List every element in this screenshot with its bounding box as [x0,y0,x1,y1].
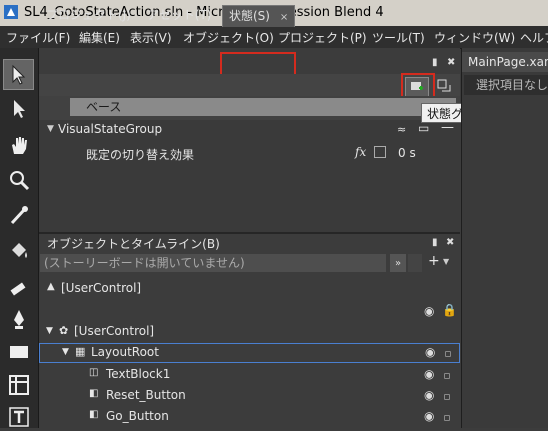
grid-icon: ▦ [75,345,86,358]
tree-item-label: [UserControl] [74,324,155,338]
zoom-tool-button[interactable] [4,165,33,194]
menu-file[interactable]: ファイル(F) [6,29,70,46]
brush-icon [10,282,25,295]
tree-item-label: TextBlock1 [106,367,171,381]
paint-bucket-tool-button[interactable] [4,236,33,265]
toolbox [0,48,39,428]
paint-bucket-icon [11,242,27,258]
menu-project[interactable]: プロジェクト(P) [278,29,367,46]
menu-window[interactable]: ウィンドウ(W) [434,29,515,46]
add-storyboard-button[interactable]: + [428,253,440,269]
add-state-button[interactable] [434,77,454,95]
tree-row-textblock1[interactable]: ◫ TextBlock1 ◉ [39,365,460,385]
close-icon[interactable]: ✖ [446,237,454,248]
pen-icon [13,309,24,329]
tree-item-label: LayoutRoot [91,345,159,359]
lock-toggle[interactable] [444,394,450,400]
menu-bar: ファイル(F) 編集(E) 表示(V) オブジェクト(O) プロジェクト(P) … [0,26,548,49]
tab-states[interactable]: 状態(S) × [222,5,296,27]
button-icon: ◧ [89,409,99,420]
tree-item-label: Reset_Button [106,388,186,402]
tab-mainpage-xaml[interactable]: MainPage.xaml [462,52,548,72]
tree-row-layoutroot[interactable]: ▼ ▦ LayoutRoot ◉ [39,343,460,363]
eye-icon[interactable]: ◉ [424,367,434,381]
tab-assets[interactable]: アセット(T) [147,5,211,26]
lock-toggle[interactable] [444,373,450,379]
chevron-down-icon[interactable]: ▼ [443,257,449,266]
selection-tool-button[interactable] [3,59,34,90]
pin-icon[interactable]: ▮ [432,57,438,68]
eyedropper-icon [10,205,28,224]
menu-edit[interactable]: 編集(E) [79,29,120,46]
eye-icon[interactable]: ◉ [424,304,434,318]
pin-icon[interactable]: ▮ [432,237,438,248]
up-scope-icon[interactable]: ▲ [47,281,55,292]
tree-item-label: [UserControl] [61,281,142,295]
close-icon[interactable]: × [280,12,288,23]
tree-row-usercontrol-root[interactable]: ▲ [UserControl] [39,279,460,299]
tree-row-reset-button[interactable]: ◧ Reset_Button ◉ [39,386,460,406]
document-pane [461,48,548,428]
text-tool-button[interactable] [4,402,33,431]
easing-fx-button[interactable]: fx [355,145,366,159]
rectangle-tool-button[interactable] [4,337,33,366]
direct-selection-tool-button[interactable] [4,94,33,123]
expand-arrow-icon[interactable]: ▼ [47,124,54,134]
menu-object[interactable]: オブジェクト(O) [183,29,274,46]
menu-view[interactable]: 表示(V) [130,29,172,46]
eye-icon[interactable]: ◉ [424,388,434,402]
tree-item-label: Go_Button [106,409,169,423]
add-state-icon [437,79,451,92]
default-transition-label: 既定の切り替え効果 [86,148,195,162]
selection-arrow-icon [12,64,25,85]
brush-tool-button[interactable] [4,270,33,299]
textblock-icon: ◫ [89,367,99,378]
pen-tool-button[interactable] [4,304,33,333]
expand-arrow-icon[interactable]: ▼ [46,326,53,336]
state-group-name[interactable]: VisualStateGroup [58,122,162,136]
zoom-icon [9,170,29,190]
lock-toggle[interactable] [445,351,451,357]
pan-hand-icon [11,136,27,154]
button-icon: ◧ [89,388,99,399]
close-icon[interactable]: ✖ [447,57,455,68]
grid-tool-button[interactable] [4,370,33,399]
pan-tool-button[interactable] [4,130,33,159]
eyedropper-tool-button[interactable] [4,200,33,229]
expand-arrow-icon[interactable]: ▼ [62,347,69,357]
storyboard-dropdown-button[interactable]: » [390,254,406,272]
grid-icon [8,374,29,395]
separator [408,254,422,272]
eye-icon[interactable]: ◉ [425,345,435,359]
transition-duration[interactable]: 0 s [398,146,416,160]
storyboard-picker[interactable]: (ストーリーボードは開いていません) [40,254,386,272]
selection-status: 選択項目なし [464,75,548,95]
direct-selection-icon [13,99,25,118]
rectangle-icon [9,345,28,358]
objects-timeline-title: オブジェクトとタイムライン(B) [47,237,220,251]
menu-tools[interactable]: ツール(T) [372,29,425,46]
state-groups-area [39,120,460,232]
tree-row-go-button[interactable]: ◧ Go_Button ◉ [39,407,460,427]
eye-icon[interactable]: ◉ [424,409,434,423]
transition-checkbox[interactable] [374,146,386,158]
app-icon [4,5,18,19]
objects-timeline-header: オブジェクトとタイムライン(B) ▮ ✖ [39,234,460,252]
lock-icon[interactable]: 🔒 [442,303,457,317]
menu-help[interactable]: ヘルプ [520,29,548,46]
base-state[interactable]: ベース [70,98,456,116]
transition-icon[interactable]: ≈ [397,123,406,136]
tree-row-usercontrol[interactable]: ▼ ✿ [UserControl] [39,322,460,342]
usercontrol-icon: ✿ [59,324,69,337]
text-icon [8,406,29,427]
tab-states-label: 状態(S) [229,9,270,23]
states-toolbar [39,74,460,97]
lock-toggle[interactable] [444,415,450,421]
tab-project[interactable]: プロジェクト(J) [46,5,131,26]
